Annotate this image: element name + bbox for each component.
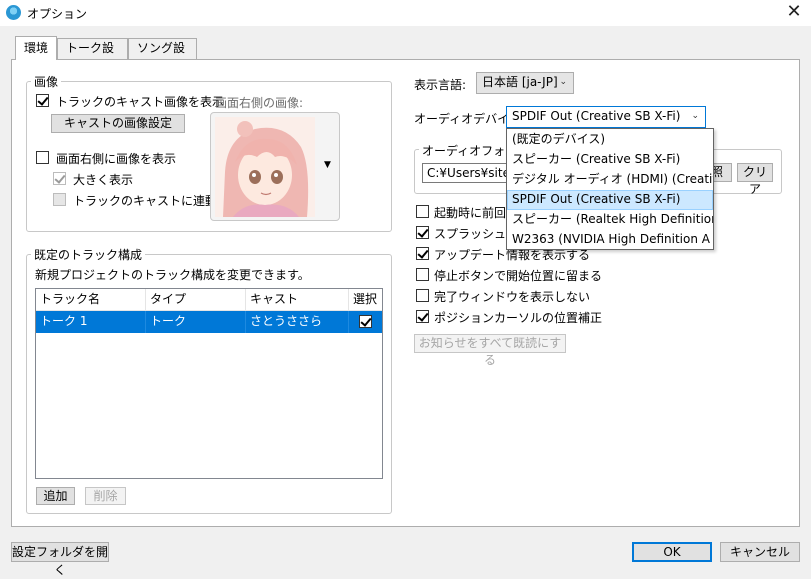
cast-portrait-image	[215, 117, 315, 217]
show-updates-checkbox[interactable]	[416, 247, 429, 260]
audio-device-option[interactable]: スピーカー (Realtek High Definition	[507, 210, 713, 230]
audio-device-option[interactable]: スピーカー (Creative SB X-Fi)	[507, 150, 713, 170]
column-header-type[interactable]: タイプ	[146, 289, 246, 311]
title-bar	[0, 0, 811, 26]
hide-complete-window-label: 完了ウィンドウを表示しない	[434, 290, 591, 304]
show-cast-image-checkbox[interactable]	[36, 94, 49, 107]
app-icon	[6, 5, 21, 20]
stop-at-start-checkbox[interactable]	[416, 268, 429, 281]
audio-device-option[interactable]: (既定のデバイス)	[507, 130, 713, 150]
track-group-description: 新規プロジェクトのトラック構成を変更できます。	[35, 268, 310, 282]
audio-device-value: SPDIF Out (Creative SB X-Fi)	[512, 109, 681, 123]
track-cast-cell: さとうささら	[246, 311, 349, 333]
track-select-checkbox[interactable]	[359, 315, 372, 328]
splash-screen-checkbox[interactable]	[416, 226, 429, 239]
tab-environment[interactable]: 環境	[15, 36, 57, 60]
image-dropdown-arrow-icon[interactable]: ▼	[324, 160, 331, 170]
column-header-cast[interactable]: キャスト	[246, 289, 349, 311]
right-image-label: 画面右側の画像:	[215, 96, 304, 110]
audio-device-option[interactable]: デジタル オーディオ (HDMI) (Creative SB	[507, 170, 713, 190]
hide-complete-window-checkbox[interactable]	[416, 289, 429, 302]
stop-at-start-label: 停止ボタンで開始位置に留まる	[434, 269, 603, 283]
audio-device-dropdown: (既定のデバイス) スピーカー (Creative SB X-Fi) デジタル …	[506, 128, 714, 250]
show-right-image-label: 画面右側に画像を表示	[56, 152, 177, 166]
mark-all-read-button[interactable]: お知らせをすべて既読にする	[414, 334, 566, 367]
audio-device-select[interactable]: SPDIF Out (Creative SB X-Fi) ⌄	[506, 106, 706, 128]
audio-device-option-highlighted[interactable]: SPDIF Out (Creative SB X-Fi)	[507, 190, 713, 210]
ok-button[interactable]: OK	[632, 542, 712, 562]
image-group-title: 画像	[31, 73, 62, 90]
language-label: 表示言語:	[414, 78, 467, 92]
cursor-correction-label: ポジションカーソルの位置補正	[434, 311, 603, 325]
column-header-select[interactable]: 選択	[349, 289, 382, 311]
tab-talk-settings[interactable]: トーク設定	[57, 38, 128, 74]
close-icon[interactable]: ✕	[782, 1, 806, 23]
cast-image-settings-button[interactable]: キャストの画像設定	[51, 114, 185, 133]
delete-track-button[interactable]: 削除	[85, 487, 126, 505]
show-right-image-checkbox[interactable]	[36, 151, 49, 164]
enlarge-label: 大きく表示	[73, 173, 134, 187]
track-group-title: 既定のトラック構成	[31, 246, 146, 263]
show-cast-image-label: トラックのキャスト画像を表示	[56, 95, 225, 109]
table-row[interactable]: トーク 1 トーク さとうささら	[36, 311, 382, 333]
cancel-button[interactable]: キャンセル	[720, 542, 800, 562]
column-header-track-name[interactable]: トラック名	[36, 289, 146, 311]
language-select[interactable]: 日本語 [ja-JP] ⌄	[476, 72, 574, 94]
track-type-cell: トーク	[146, 311, 246, 333]
audio-device-option[interactable]: W2363 (NVIDIA High Definition A	[507, 230, 713, 249]
chevron-down-icon: ⌄	[691, 111, 699, 121]
tab-song-settings[interactable]: ソング設定	[128, 38, 197, 74]
track-name-cell: トーク 1	[36, 311, 146, 333]
startup-restore-checkbox[interactable]	[416, 205, 429, 218]
cursor-correction-checkbox[interactable]	[416, 310, 429, 323]
open-settings-folder-button[interactable]: 設定フォルダを開く	[11, 542, 109, 577]
track-table: トラック名 タイプ キャスト 選択 トーク 1 トーク さとうささら	[35, 288, 383, 479]
window-title: オプション	[27, 7, 88, 21]
link-track-cast-label: トラックのキャストに連動	[73, 194, 218, 208]
add-track-button[interactable]: 追加	[36, 487, 75, 505]
enlarge-checkbox[interactable]	[53, 172, 66, 185]
clear-button[interactable]: クリア	[737, 163, 773, 196]
link-track-cast-checkbox[interactable]	[53, 193, 66, 206]
language-value: 日本語 [ja-JP]	[482, 75, 558, 89]
chevron-down-icon: ⌄	[559, 77, 567, 87]
